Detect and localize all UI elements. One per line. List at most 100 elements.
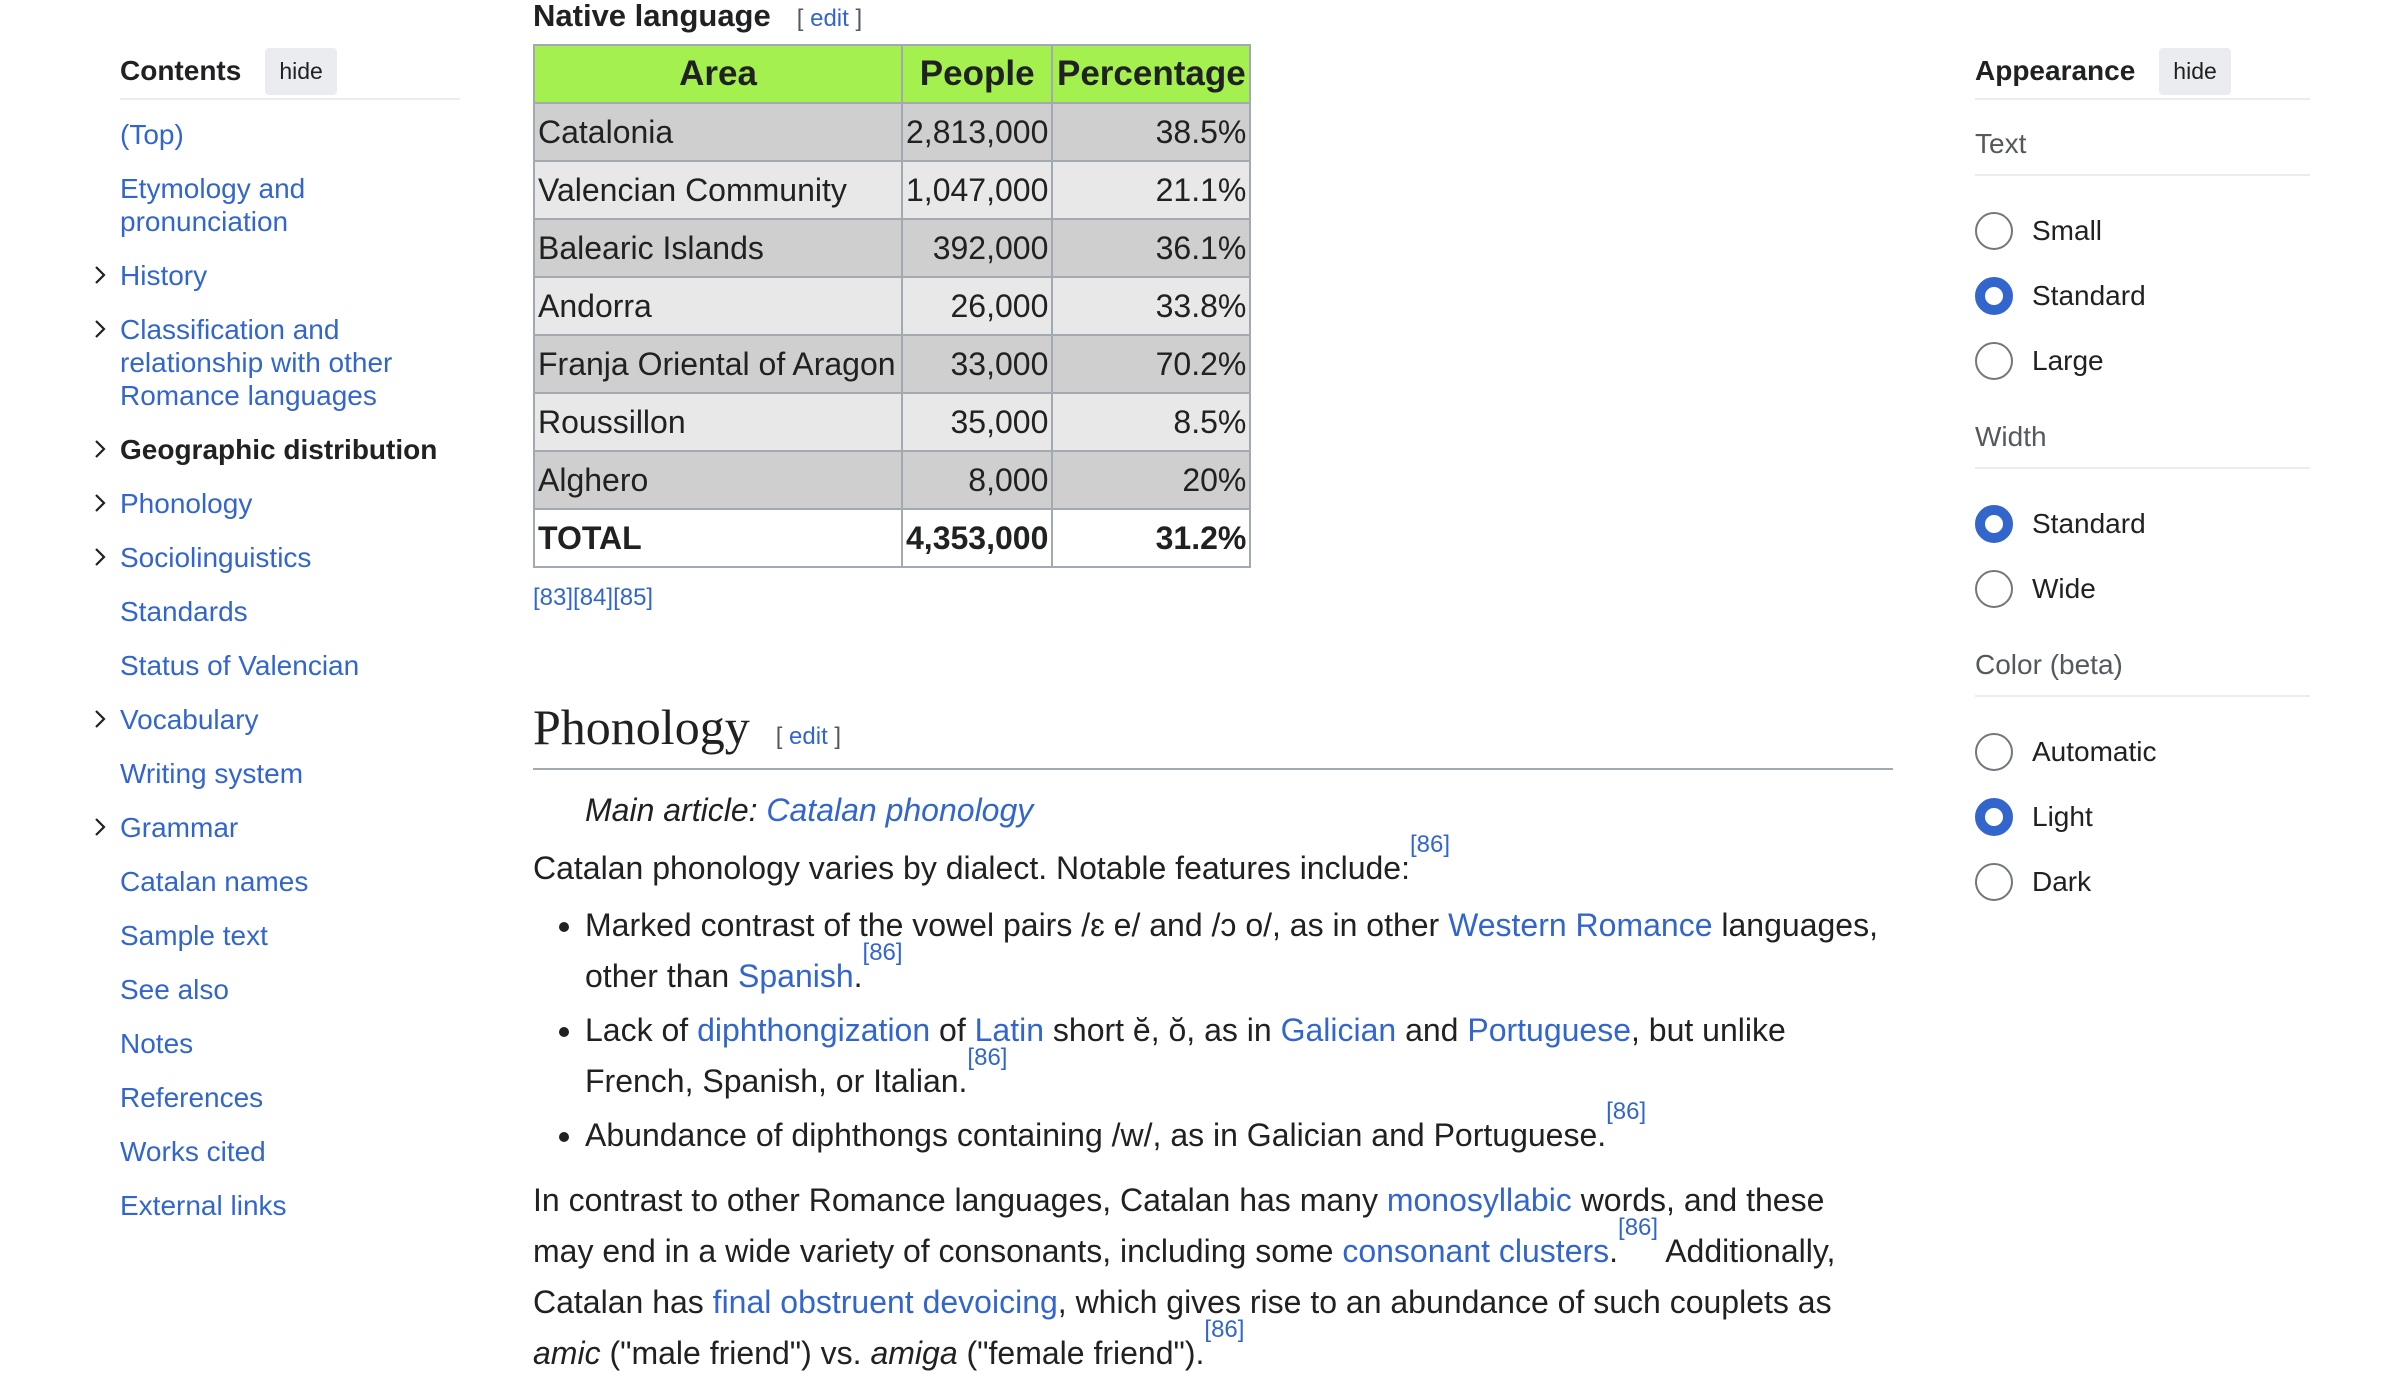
- chevron-right-icon[interactable]: [90, 435, 110, 459]
- chevron-right-icon[interactable]: [90, 489, 110, 513]
- toc-item[interactable]: Geographic distribution: [90, 433, 460, 466]
- diphthongization-link[interactable]: diphthongization: [697, 1012, 930, 1048]
- toc-item-label[interactable]: Status of Valencian: [120, 650, 359, 681]
- toc-item-label[interactable]: History: [120, 260, 207, 291]
- reference-84[interactable]: [84]: [573, 584, 613, 611]
- reference-85[interactable]: [85]: [613, 584, 653, 611]
- toc-item[interactable]: Works cited: [90, 1135, 460, 1168]
- radio-unchecked-icon[interactable]: [1975, 211, 2013, 250]
- radio-option[interactable]: Dark: [1975, 849, 2310, 914]
- radio-option[interactable]: Large: [1975, 328, 2310, 393]
- toc-item[interactable]: Etymology and pronunciation: [90, 172, 460, 238]
- radio-option[interactable]: Wide: [1975, 556, 2310, 621]
- toc-item[interactable]: (Top): [90, 118, 460, 151]
- radio-option[interactable]: Small: [1975, 198, 2310, 263]
- toc-item-label[interactable]: See also: [120, 974, 229, 1005]
- radio-label[interactable]: Standard: [2032, 280, 2146, 312]
- final-obstruent-devoicing-link[interactable]: final obstruent devoicing: [713, 1284, 1058, 1320]
- toc-item[interactable]: See also: [90, 973, 460, 1006]
- toc-item[interactable]: References: [90, 1081, 460, 1114]
- toc-item[interactable]: Grammar: [90, 811, 460, 844]
- toc-item-label[interactable]: Grammar: [120, 812, 238, 843]
- radio-unchecked-icon[interactable]: [1975, 862, 2013, 901]
- chevron-right-icon[interactable]: [90, 705, 110, 729]
- radio-unchecked-icon[interactable]: [1975, 341, 2013, 380]
- chevron-right-icon[interactable]: [90, 315, 110, 339]
- main-article-hatnote: Main article: Catalan phonology: [585, 792, 1893, 829]
- toc-item[interactable]: Classification and relationship with oth…: [90, 313, 460, 412]
- toc-item-label[interactable]: Etymology and pronunciation: [120, 173, 305, 237]
- reference-86[interactable]: [86]: [863, 939, 903, 966]
- radio-option[interactable]: Automatic: [1975, 719, 2310, 784]
- toc-item-label[interactable]: References: [120, 1082, 263, 1113]
- toc-item[interactable]: Vocabulary: [90, 703, 460, 736]
- toc-item-label[interactable]: Works cited: [120, 1136, 266, 1167]
- radio-label[interactable]: Automatic: [2032, 736, 2157, 768]
- monosyllabic-link[interactable]: monosyllabic: [1387, 1182, 1572, 1218]
- chevron-right-icon[interactable]: [90, 813, 110, 837]
- consonant-clusters-link[interactable]: consonant clusters: [1342, 1233, 1609, 1269]
- reference-86[interactable]: [86]: [1410, 831, 1450, 858]
- toc-item-label[interactable]: Geographic distribution: [120, 434, 437, 465]
- toc-item-label[interactable]: Catalan names: [120, 866, 308, 897]
- chevron-right-icon[interactable]: [90, 543, 110, 567]
- radio-checked-icon[interactable]: [1975, 504, 2013, 543]
- radio-label[interactable]: Large: [2032, 345, 2104, 377]
- toc-item[interactable]: Standards: [90, 595, 460, 628]
- radio-option[interactable]: Light: [1975, 784, 2310, 849]
- table-header-row: Area People Percentage: [533, 44, 1252, 104]
- table-header-percentage: Percentage: [1051, 44, 1252, 104]
- toc-hide-button[interactable]: hide: [265, 47, 337, 95]
- appearance-hide-button[interactable]: hide: [2159, 47, 2231, 95]
- portuguese-link[interactable]: Portuguese: [1467, 1012, 1631, 1048]
- spanish-link[interactable]: Spanish: [738, 958, 854, 994]
- phonology-edit-link[interactable]: edit: [789, 723, 828, 750]
- toc-item[interactable]: External links: [90, 1189, 460, 1222]
- toc-item[interactable]: Writing system: [90, 757, 460, 790]
- toc-item-label[interactable]: Classification and relationship with oth…: [120, 314, 392, 411]
- text: ("female friend").: [957, 1335, 1205, 1371]
- radio-unchecked-icon[interactable]: [1975, 732, 2013, 771]
- toc-item[interactable]: Notes: [90, 1027, 460, 1060]
- radio-checked-icon[interactable]: [1975, 276, 2013, 315]
- radio-label[interactable]: Small: [2032, 215, 2102, 247]
- text: Abundance of diphthongs containing /w/, …: [585, 1117, 1607, 1153]
- toc-item-label[interactable]: External links: [120, 1190, 287, 1221]
- reference-83[interactable]: [83]: [533, 584, 573, 611]
- reference-86[interactable]: [86]: [1606, 1098, 1646, 1125]
- catalan-phonology-link[interactable]: Catalan phonology: [766, 792, 1033, 828]
- toc-item-label[interactable]: Sociolinguistics: [120, 542, 311, 573]
- toc-item-label[interactable]: Sample text: [120, 920, 268, 951]
- table-row: Andorra 26,000 33.8%: [533, 276, 1252, 336]
- toc-item[interactable]: Sample text: [90, 919, 460, 952]
- toc-item-label[interactable]: Standards: [120, 596, 248, 627]
- chevron-right-icon[interactable]: [90, 261, 110, 285]
- toc-item[interactable]: Sociolinguistics: [90, 541, 460, 574]
- galician-link[interactable]: Galician: [1281, 1012, 1397, 1048]
- text: Lack of: [585, 1012, 698, 1048]
- toc-item-label[interactable]: (Top): [120, 119, 184, 150]
- radio-label[interactable]: Light: [2032, 801, 2093, 833]
- reference-86[interactable]: [86]: [967, 1044, 1007, 1071]
- radio-option[interactable]: Standard: [1975, 491, 2310, 556]
- radio-label[interactable]: Dark: [2032, 866, 2091, 898]
- toc-item[interactable]: History: [90, 259, 460, 292]
- toc-item[interactable]: Status of Valencian: [90, 649, 460, 682]
- radio-option[interactable]: Standard: [1975, 263, 2310, 328]
- radio-label[interactable]: Standard: [2032, 508, 2146, 540]
- radio-unchecked-icon[interactable]: [1975, 569, 2013, 608]
- reference-86[interactable]: [86]: [1204, 1316, 1244, 1343]
- cell-percentage: 70.2%: [1051, 334, 1252, 394]
- toc-item-label[interactable]: Vocabulary: [120, 704, 259, 735]
- native-language-edit-link[interactable]: edit: [810, 5, 849, 32]
- western-romance-link[interactable]: Western Romance: [1448, 907, 1712, 943]
- toc-item-label[interactable]: Phonology: [120, 488, 252, 519]
- toc-item[interactable]: Catalan names: [90, 865, 460, 898]
- radio-checked-icon[interactable]: [1975, 797, 2013, 836]
- reference-86[interactable]: [86]: [1618, 1214, 1658, 1241]
- radio-label[interactable]: Wide: [2032, 573, 2096, 605]
- toc-item-label[interactable]: Notes: [120, 1028, 193, 1059]
- toc-item-label[interactable]: Writing system: [120, 758, 303, 789]
- latin-link[interactable]: Latin: [975, 1012, 1044, 1048]
- toc-item[interactable]: Phonology: [90, 487, 460, 520]
